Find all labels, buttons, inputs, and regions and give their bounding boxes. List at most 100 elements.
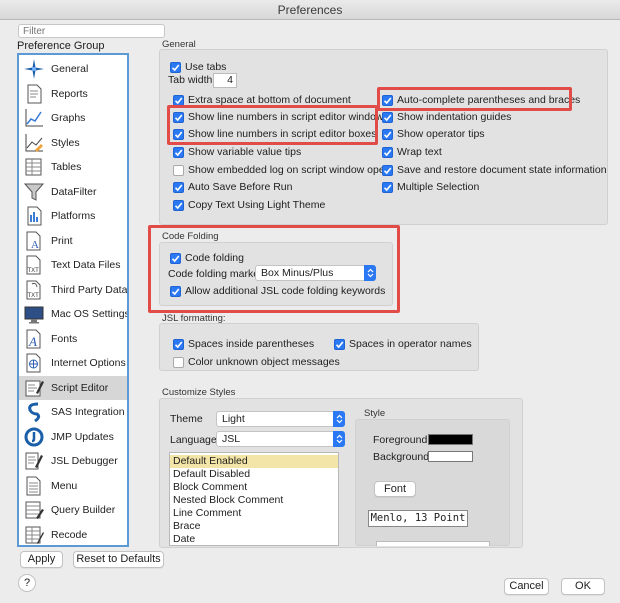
extra-space-checkbox[interactable]: Extra space at bottom of document xyxy=(173,94,351,106)
operator-tips-checkbox[interactable]: Show operator tips xyxy=(382,128,485,140)
text-data-files-icon: TXT xyxy=(23,254,45,276)
save-restore-state-checkbox[interactable]: Save and restore document state informat… xyxy=(382,164,607,176)
theme-label: Theme xyxy=(170,413,203,425)
title-bar: Preferences xyxy=(0,0,620,20)
style-element-list[interactable]: Default Enabled Default Disabled Block C… xyxy=(169,452,339,546)
sidebar-item-label: Reports xyxy=(51,87,88,100)
preference-group-list[interactable]: General Reports Graphs Styles Tables Dat… xyxy=(17,53,129,547)
sidebar-item-label: DataFilter xyxy=(51,185,97,198)
spaces-operator-names-checkbox[interactable]: Spaces in operator names xyxy=(334,338,472,350)
style-panel-title: Style xyxy=(364,408,386,419)
code-folding-checkbox[interactable]: Code folding xyxy=(170,252,244,264)
fonts-icon: A xyxy=(23,328,45,350)
cancel-button[interactable]: Cancel xyxy=(504,578,549,595)
menu-icon xyxy=(23,475,45,497)
sidebar-item-label: Platforms xyxy=(51,210,96,222)
indentation-guides-checkbox[interactable]: Show indentation guides xyxy=(382,111,511,123)
foreground-color-swatch[interactable] xyxy=(428,434,473,445)
graphs-icon xyxy=(23,107,45,129)
sas-integration-icon xyxy=(23,401,45,423)
code-folding-marker-value: Box Minus/Plus xyxy=(261,267,334,279)
sidebar-item-label: JSL Debugger xyxy=(51,455,118,467)
auto-save-checkbox[interactable]: Auto Save Before Run xyxy=(173,181,292,193)
variable-value-tips-checkbox[interactable]: Show variable value tips xyxy=(173,146,301,158)
code-folding-marker-select[interactable]: Box Minus/Plus xyxy=(255,265,376,281)
tab-width-input[interactable]: 4 xyxy=(213,73,237,88)
font-button[interactable]: Font xyxy=(374,481,416,497)
svg-text:A: A xyxy=(31,239,39,251)
sidebar-item-label: Internet Options xyxy=(51,357,126,369)
list-item[interactable]: Default Enabled xyxy=(170,455,338,468)
code-folding-marker-label: Code folding marker xyxy=(168,268,263,280)
third-party-data-icon: TXT xyxy=(23,279,45,301)
sidebar-item-menu[interactable]: Menu xyxy=(19,474,127,498)
list-item[interactable]: Date xyxy=(170,533,338,545)
sidebar-item-query-builder[interactable]: Query Builder xyxy=(19,498,127,522)
sidebar-item-mac-os-settings[interactable]: Mac OS Settings xyxy=(19,302,127,326)
sidebar-item-label: JMP Updates xyxy=(51,430,114,443)
sidebar-item-internet-options[interactable]: Internet Options xyxy=(19,351,127,375)
sidebar-item-label: General xyxy=(51,63,89,75)
jmp-updates-icon xyxy=(23,426,45,448)
sidebar-item-third-party-data[interactable]: TXT Third Party Data xyxy=(19,278,127,302)
list-item[interactable]: Default Disabled xyxy=(170,468,338,481)
sidebar-item-jsl-debugger[interactable]: JSL Debugger xyxy=(19,449,127,473)
sidebar-item-label: Tables xyxy=(51,161,82,173)
multiple-selection-checkbox[interactable]: Multiple Selection xyxy=(382,181,479,193)
color-unknown-messages-checkbox[interactable]: Color unknown object messages xyxy=(173,356,340,368)
sidebar-item-label: Mac OS Settings xyxy=(51,308,129,320)
wrap-text-checkbox[interactable]: Wrap text xyxy=(382,146,442,158)
ok-button[interactable]: OK xyxy=(561,578,605,595)
line-numbers-boxes-checkbox[interactable]: Show line numbers in script editor boxes xyxy=(173,128,377,140)
sidebar-item-label: Script Editor xyxy=(51,381,109,394)
style-panel-partial-control xyxy=(376,541,490,546)
copy-light-theme-checkbox[interactable]: Copy Text Using Light Theme xyxy=(173,199,325,211)
auto-complete-checkbox[interactable]: Auto-complete parentheses and braces xyxy=(382,94,580,106)
styles-icon xyxy=(23,132,45,154)
sidebar-item-script-editor[interactable]: Script Editor xyxy=(19,375,127,400)
language-select[interactable]: JSL xyxy=(216,431,345,447)
embedded-log-checkbox[interactable]: Show embedded log on script window open xyxy=(173,164,391,176)
svg-text:TXT: TXT xyxy=(28,293,40,299)
svg-text:A: A xyxy=(28,334,37,349)
sidebar-item-platforms[interactable]: Platforms xyxy=(19,204,127,228)
sidebar-item-label: Fonts xyxy=(51,332,78,345)
sidebar-item-label: Menu xyxy=(51,479,78,492)
sidebar-item-recode[interactable]: Recode xyxy=(19,523,127,546)
use-tabs-checkbox[interactable]: Use tabs xyxy=(170,61,226,73)
sidebar-item-label: Styles xyxy=(51,136,80,149)
language-value: JSL xyxy=(222,433,241,445)
spaces-parentheses-checkbox[interactable]: Spaces inside parentheses xyxy=(173,338,314,350)
sidebar-item-reports[interactable]: Reports xyxy=(19,82,127,106)
help-button[interactable]: ? xyxy=(18,574,36,592)
theme-select[interactable]: Light xyxy=(216,411,345,427)
sidebar-item-label: Graphs xyxy=(51,112,86,124)
list-item[interactable]: Brace xyxy=(170,520,338,533)
sidebar-item-label: Print xyxy=(51,234,73,247)
tables-icon xyxy=(23,156,45,178)
internet-options-icon xyxy=(23,352,45,374)
foreground-label: Foreground xyxy=(373,434,428,446)
sidebar-item-graphs[interactable]: Graphs xyxy=(19,106,127,130)
recode-icon xyxy=(23,524,45,546)
sidebar-item-text-data-files[interactable]: TXT Text Data Files xyxy=(19,253,127,277)
list-item[interactable]: Nested Block Comment xyxy=(170,494,338,507)
list-item[interactable]: Line Comment xyxy=(170,507,338,520)
filter-input[interactable] xyxy=(18,24,165,38)
apply-button[interactable]: Apply xyxy=(20,551,63,568)
list-item[interactable]: Block Comment xyxy=(170,481,338,494)
sidebar-item-label: Third Party Data xyxy=(51,283,128,296)
sidebar-item-general[interactable]: General xyxy=(19,57,127,81)
reset-to-defaults-button[interactable]: Reset to Defaults xyxy=(73,551,164,568)
sidebar-item-tables[interactable]: Tables xyxy=(19,155,127,179)
sidebar-item-styles[interactable]: Styles xyxy=(19,131,127,155)
sidebar-item-print[interactable]: A Print xyxy=(19,229,127,253)
allow-jsl-keywords-checkbox[interactable]: Allow additional JSL code folding keywor… xyxy=(170,285,385,297)
line-numbers-windows-checkbox[interactable]: Show line numbers in script editor windo… xyxy=(173,111,389,123)
sidebar-item-sas-integration[interactable]: SAS Integration xyxy=(19,400,127,424)
background-color-swatch[interactable] xyxy=(428,451,473,462)
sidebar-item-jmp-updates[interactable]: JMP Updates xyxy=(19,425,127,449)
sidebar-item-datafilter[interactable]: DataFilter xyxy=(19,180,127,204)
tab-width-label: Tab width: xyxy=(168,74,216,86)
sidebar-item-fonts[interactable]: A Fonts xyxy=(19,327,127,351)
